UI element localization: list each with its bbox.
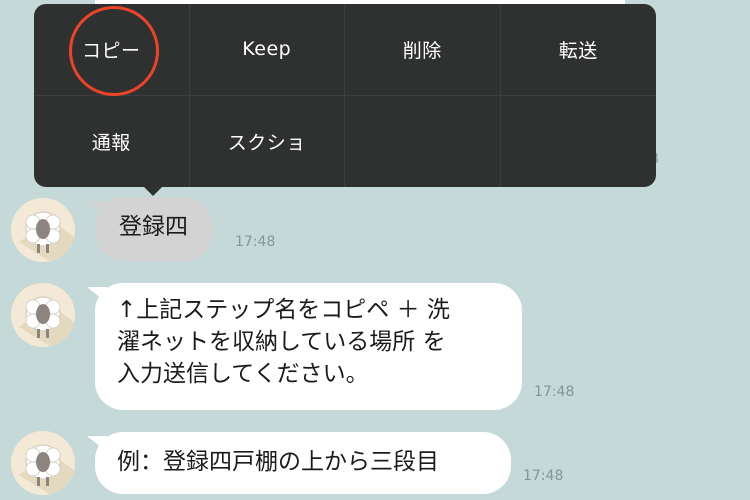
- sheep-icon: [11, 283, 75, 347]
- menu-item-report[interactable]: 通報: [34, 95, 190, 187]
- avatar[interactable]: [11, 431, 75, 495]
- message-bubble[interactable]: ↑上記ステップ名をコピペ ＋ 洗 濯ネットを収納している場所 を 入力送信してく…: [87, 283, 522, 410]
- avatar[interactable]: [11, 283, 75, 347]
- message-text: 登録四: [119, 214, 188, 240]
- menu-item-empty-1: [345, 95, 501, 187]
- message-text-line: 入力送信してください。: [117, 361, 369, 387]
- avatar[interactable]: [11, 198, 75, 262]
- menu-item-keep[interactable]: Keep: [189, 4, 345, 96]
- menu-item-empty-2: [501, 96, 657, 188]
- menu-pointer: [142, 185, 164, 196]
- menu-item-copy[interactable]: コピー: [34, 4, 190, 96]
- message-time: 17:48: [235, 234, 276, 250]
- message-text: 例：登録四戸棚の上から三段目: [117, 449, 439, 475]
- menu-item-delete[interactable]: 削除: [345, 4, 501, 96]
- sheep-icon: [11, 431, 75, 495]
- menu-item-forward[interactable]: 転送: [500, 4, 656, 96]
- message-time: 17:48: [523, 468, 564, 484]
- message-text-line: ↑上記ステップ名をコピペ ＋ 洗: [117, 297, 450, 323]
- message-bubble[interactable]: 例：登録四戸棚の上から三段目: [87, 432, 511, 494]
- sheep-icon: [11, 198, 75, 262]
- message-time: 17:48: [534, 384, 575, 400]
- context-menu: コピー Keep 削除 転送 通報 スクショ: [34, 4, 657, 196]
- menu-item-screenshot[interactable]: スクショ: [190, 95, 345, 187]
- message-text-line: 濯ネットを収納している場所 を: [117, 329, 446, 355]
- message-bubble-selected[interactable]: 登録四: [87, 197, 212, 261]
